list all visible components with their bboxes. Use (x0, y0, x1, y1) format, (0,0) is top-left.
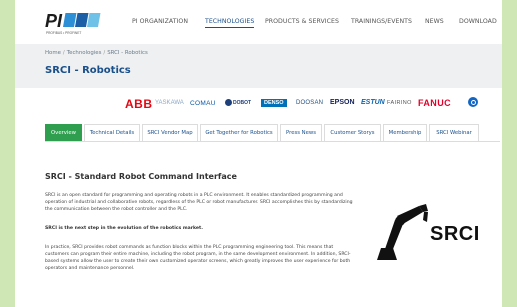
content-title: SRCI - Standard Robot Command Interface (45, 172, 237, 181)
nav-download[interactable]: DOWNLOAD (459, 18, 497, 25)
tab-press-news[interactable]: Press News (280, 124, 322, 141)
srci-logo: SRCI (375, 202, 495, 262)
highlight-paragraph: SRCI is the next step in the evolution o… (45, 226, 203, 231)
breadcrumb: Home / Technologies / SRCI - Robotics (45, 50, 148, 56)
circular-brand-icon (468, 97, 478, 107)
main-nav: PI ORGANIZATION TECHNOLOGIES PRODUCTS & … (15, 18, 502, 30)
doosan-logo: DOOSAN (296, 100, 324, 106)
comau-logo: COMAU (190, 100, 216, 107)
breadcrumb-current: SRCI - Robotics (107, 50, 148, 56)
srci-logo-text: SRCI (430, 223, 480, 245)
logo-subtitle: PROFIBUS • PROFINET (46, 31, 81, 35)
nav-products-services[interactable]: PRODUCTS & SERVICES (265, 18, 339, 25)
page-title: SRCI - Robotics (45, 65, 131, 76)
title-band: Home / Technologies / SRCI - Robotics SRCI -… (15, 44, 502, 88)
estun-logo: ESTUN (361, 99, 385, 106)
breadcrumb-home[interactable]: Home (45, 50, 61, 56)
tab-divider (45, 141, 500, 142)
detail-paragraph: In practice, SRCI provides robot command… (45, 245, 351, 271)
partner-logos: ABB YASKAWA COMAU DOBOT DENSO DOOSAN EPS… (15, 96, 502, 114)
tab-get-together[interactable]: Get Together for Robotics (200, 124, 278, 141)
dobot-logo: DOBOT (225, 99, 251, 106)
tab-overview[interactable]: Overview (45, 124, 82, 141)
site-header: PI PROFIBUS • PROFINET PI ORGANIZATION T… (15, 0, 502, 44)
breadcrumb-separator: / (103, 50, 106, 56)
tab-srci-vendor-map[interactable]: SRCI Vendor Map (142, 124, 198, 141)
nav-trainings-events[interactable]: TRAININGS/EVENTS (351, 18, 412, 25)
page: PI PROFIBUS • PROFINET PI ORGANIZATION T… (15, 0, 502, 307)
denso-logo: DENSO (261, 99, 287, 107)
yaskawa-logo: YASKAWA (155, 100, 184, 106)
tab-srci-webinar[interactable]: SRCI Webinar (429, 124, 479, 141)
fanuc-logo: FANUC (418, 98, 451, 108)
robot-arm-icon (377, 204, 428, 260)
tab-customer-storys[interactable]: Customer Storys (324, 124, 381, 141)
breadcrumb-technologies[interactable]: Technologies (67, 50, 102, 56)
intro-paragraph: SRCI is an open standard for programming… (45, 193, 353, 212)
breadcrumb-separator: / (62, 50, 65, 56)
nav-news[interactable]: NEWS (425, 18, 444, 25)
tab-membership[interactable]: Membership (383, 124, 427, 141)
tab-bar: Overview Technical Details SRCI Vendor M… (45, 124, 500, 142)
tab-technical-details[interactable]: Technical Details (84, 124, 140, 141)
dobot-icon (225, 99, 232, 106)
nav-pi-organization[interactable]: PI ORGANIZATION (132, 18, 188, 25)
nav-technologies[interactable]: TECHNOLOGIES (205, 18, 255, 28)
abb-logo: ABB (125, 97, 153, 111)
epson-logo: EPSON (330, 99, 355, 106)
dobot-label: DOBOT (233, 99, 252, 106)
fairino-logo: FAIRINO (387, 100, 412, 106)
